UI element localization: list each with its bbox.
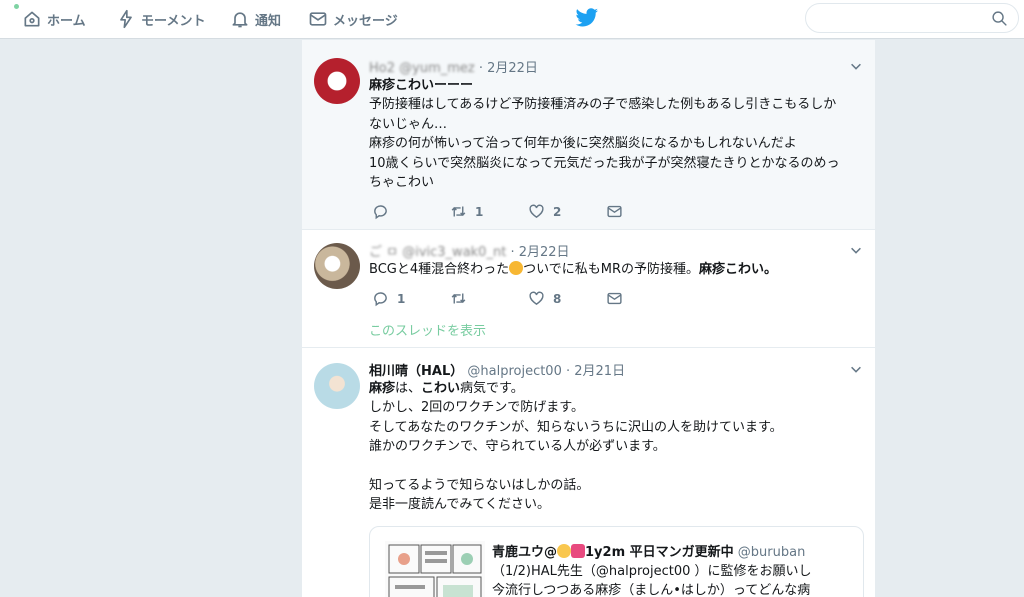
tweet-actions: 1 2 — [372, 203, 672, 223]
quote-text: （1/2)HAL先生（@halproject00 ）に監修をお願いし 今流行しつ… — [492, 562, 812, 597]
manga-thumbnail[interactable] — [385, 541, 485, 597]
nav-moments[interactable]: モーメント — [116, 0, 205, 38]
tweet-line: ないじゃん… — [369, 116, 448, 132]
new-activity-dot — [14, 4, 19, 9]
tweet-date[interactable]: · 2月22日 — [510, 245, 569, 260]
avatar[interactable] — [314, 243, 360, 289]
quote-handle[interactable]: @buruban — [738, 545, 806, 560]
female-sign-emoji — [571, 544, 586, 558]
tweet-line: 10歳くらいで突然脳炎になって元気だった我が子が突然寝たきりとかなるのめっ — [369, 155, 840, 171]
heart-icon — [529, 291, 544, 306]
home-icon — [24, 11, 40, 27]
tweet-line: 誰かのワクチンで、守られている人が必ずいます。 — [369, 439, 666, 455]
quote-tweet-card[interactable]: 青鹿ユウ@ 1y2m 平日マンガ更新中 @buruban （1/2)HAL先生（@… — [369, 526, 864, 597]
tweet-text-part: は、 — [395, 381, 422, 396]
tweet-header: 相川晴（HAL） @halproject00 · 2月21日 — [369, 360, 625, 379]
tweet-text-part: BCGと4種混合終わった — [369, 262, 510, 277]
baby-emoji — [557, 544, 572, 558]
dm-icon — [607, 292, 622, 305]
retweet-button[interactable]: 1 — [450, 203, 483, 220]
reply-count: 1 — [397, 291, 406, 306]
reply-icon — [374, 205, 387, 220]
like-button[interactable]: 2 — [528, 203, 561, 220]
chevron-down-icon[interactable] — [849, 362, 863, 376]
retweet-button[interactable] — [450, 290, 475, 307]
tweet-line: 麻疹こわいーーー — [369, 78, 474, 93]
retweet-icon — [451, 206, 466, 217]
avatar[interactable] — [314, 58, 360, 104]
like-count: 2 — [553, 204, 562, 219]
hugging-face-emoji — [509, 261, 524, 275]
retweet-count: 1 — [475, 204, 484, 219]
quote-author-name-b[interactable]: 1y2m 平日マンガ更新中 — [585, 545, 734, 560]
quote-header: 青鹿ユウ@ 1y2m 平日マンガ更新中 @buruban — [492, 541, 805, 560]
tweet-line: 麻疹の何が怖いって治って何年か後に突然脳炎になるかもしれないんだよ — [369, 136, 797, 152]
timeline: Ho2 @yum_mez · 2月22日 麻疹こわいーーー 予防接種はしてあるけ… — [302, 40, 875, 597]
nav-moments-label: モーメント — [141, 13, 206, 29]
tweet-date[interactable]: · 2月22日 — [479, 61, 538, 76]
tweet-text-bold: 麻疹 — [369, 381, 396, 396]
top-nav: ホーム モーメント 通知 メッセージ — [0, 0, 1024, 39]
dm-button[interactable] — [606, 203, 631, 220]
like-button[interactable]: 8 — [528, 290, 561, 307]
quote-line: （1/2)HAL先生（@halproject00 ）に監修をお願いし — [492, 564, 812, 579]
tweet-handle[interactable]: Ho2 @yum_mez — [369, 61, 475, 76]
tweet-text: 麻疹は、こわい病気です。 しかし、2回のワクチンで防げます。 そしてあなたのワク… — [369, 379, 864, 515]
heart-icon — [529, 204, 544, 219]
tweet-date[interactable]: · 2月21日 — [566, 364, 625, 379]
search-icon[interactable] — [991, 10, 1008, 27]
dm-button[interactable] — [606, 290, 631, 307]
tweet-line: しかし、2回のワクチンで防げます。 — [369, 400, 584, 416]
avatar[interactable] — [314, 363, 360, 409]
tweet-text-bold: 麻疹こわい。 — [698, 262, 777, 277]
dm-icon — [607, 205, 622, 218]
twitter-bird-icon[interactable] — [575, 7, 599, 29]
tweet-text-part: ついでに私もMRの予防接種。 — [523, 262, 699, 277]
reply-icon — [374, 292, 387, 307]
lightning-icon — [120, 9, 132, 29]
quote-author-name-a[interactable]: 青鹿ユウ@ — [492, 545, 557, 560]
search-input[interactable] — [805, 3, 1019, 33]
tweet-handle[interactable]: @halproject00 — [467, 364, 561, 379]
tweet-header: Ho2 @yum_mez · 2月22日 — [369, 57, 538, 76]
manga-thumbnail-image — [385, 541, 485, 597]
show-thread-link[interactable]: このスレッドを表示 — [369, 320, 486, 339]
nav-messages[interactable]: メッセージ — [308, 0, 398, 38]
mail-icon — [309, 12, 327, 26]
reply-button[interactable]: 1 — [372, 290, 405, 307]
tweet-header: ご ㅁ @ivic3_wak0_nt · 2月22日 — [369, 241, 570, 260]
tweet-line: 知ってるようで知らないはしかの話。 — [369, 478, 590, 494]
tweet-line: ちゃこわい — [369, 175, 435, 191]
nav-home-label: ホーム — [47, 13, 86, 29]
tweet-text-part: 病気です。 — [460, 381, 524, 396]
tweet-handle[interactable]: ご ㅁ @ivic3_wak0_nt — [369, 245, 506, 260]
tweet-text-bold: こわい — [421, 381, 461, 396]
tweet-text: BCGと4種混合終わった ついでに私もMRの予防接種。麻疹こわい。 — [369, 260, 864, 279]
retweet-icon — [451, 293, 466, 304]
quote-line: 今流行しつつある麻疹（ましん•はしか）ってどんな病 — [492, 583, 811, 597]
tweet-actions: 1 8 — [372, 290, 672, 310]
tweet-line: 是非一度読んでみてください。 — [369, 497, 550, 513]
nav-home[interactable]: ホーム — [22, 0, 86, 38]
tweet-line: そしてあなたのワクチンが、知らないうちに沢山の人を助けています。 — [369, 419, 783, 435]
tweet-text: 麻疹こわいーーー 予防接種はしてあるけど予防接種済みの子で感染した例もあるし引き… — [369, 76, 864, 192]
nav-notifications-label: 通知 — [255, 13, 282, 29]
nav-messages-label: メッセージ — [333, 13, 398, 29]
tweet-line — [369, 457, 864, 476]
tweet-author-name[interactable]: 相川晴（HAL） — [369, 364, 463, 379]
tweet[interactable]: Ho2 @yum_mez · 2月22日 麻疹こわいーーー 予防接種はしてあるけ… — [302, 40, 875, 230]
tweet-line: 予防接種はしてあるけど予防接種済みの子で感染した例もあるし引きこもるしか — [369, 97, 837, 113]
bell-icon — [232, 12, 248, 28]
chevron-down-icon[interactable] — [849, 243, 863, 257]
reply-button[interactable] — [372, 203, 397, 220]
nav-notifications[interactable]: 通知 — [230, 0, 281, 38]
chevron-down-icon[interactable] — [849, 59, 863, 73]
like-count: 8 — [553, 291, 562, 306]
